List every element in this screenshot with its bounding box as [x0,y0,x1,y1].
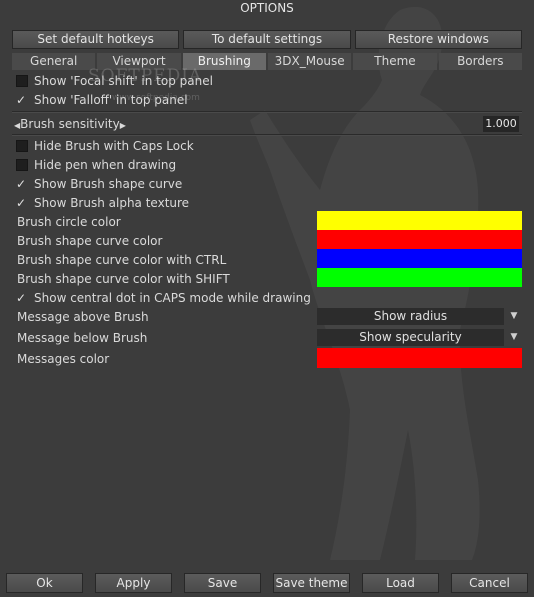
save-theme-button[interactable]: Save theme [273,573,350,593]
central-dot-label: Show central dot in CAPS mode while draw… [34,291,311,305]
to-default-settings-button[interactable]: To default settings [183,30,351,49]
ok-button[interactable]: Ok [6,573,83,593]
message-above-label: Message above Brush [17,310,149,324]
brush-sensitivity-label: Brush sensitivity [20,117,120,131]
dialog-button-row: Ok Apply Save Save theme Load Cancel [6,573,528,593]
show-alpha-texture-checkbox[interactable] [16,194,28,212]
hide-pen-checkbox[interactable] [16,159,28,171]
chevron-down-icon[interactable]: ▼ [509,329,519,346]
divider [12,134,522,136]
shape-curve-color-swatch[interactable] [317,230,522,249]
show-alpha-texture-label: Show Brush alpha texture [34,196,190,210]
show-shape-curve-option[interactable]: Show Brush shape curve [16,175,182,193]
shape-curve-shift-color-label: Brush shape curve color with SHIFT [17,272,230,286]
brush-circle-color-swatch[interactable] [317,211,522,230]
shape-curve-shift-color-swatch[interactable] [317,268,522,287]
falloff-checkbox[interactable] [16,91,28,109]
brush-circle-color-label: Brush circle color [17,215,121,229]
central-dot-option[interactable]: Show central dot in CAPS mode while draw… [16,289,311,307]
chevron-down-icon[interactable]: ▼ [509,308,519,325]
message-above-select[interactable]: Show radius [317,308,504,325]
hotkey-button-row: Set default hotkeys To default settings … [12,30,522,49]
cancel-button[interactable]: Cancel [451,573,528,593]
show-shape-curve-checkbox[interactable] [16,175,28,193]
slider-right-arrow-icon: ▶ [119,121,126,130]
brush-sensitivity-value[interactable]: 1.000 [483,116,519,132]
hide-pen-option[interactable]: Hide pen when drawing [16,156,176,174]
message-below-label: Message below Brush [17,331,148,345]
messages-color-label: Messages color [17,352,110,366]
set-default-hotkeys-button[interactable]: Set default hotkeys [12,30,180,49]
load-button[interactable]: Load [362,573,439,593]
tab-borders[interactable]: Borders [438,53,522,70]
shape-curve-ctrl-color-label: Brush shape curve color with CTRL [17,253,227,267]
focal-shift-checkbox[interactable] [16,75,28,87]
divider [12,111,522,113]
hide-brush-caps-checkbox[interactable] [16,140,28,152]
tab-3dx-mouse[interactable]: 3DX_Mouse [267,53,352,70]
restore-windows-button[interactable]: Restore windows [354,30,522,49]
options-window: OPTIONS Set default hotkeys To default s… [0,0,534,597]
softpedia-watermark-url: www.softpedia.com [112,93,200,103]
brush-sensitivity-slider[interactable]: ◀Brush sensitivity▶ [14,116,126,134]
save-button[interactable]: Save [184,573,261,593]
window-title: OPTIONS [240,1,294,15]
central-dot-checkbox[interactable] [16,289,28,307]
hide-brush-caps-option[interactable]: Hide Brush with Caps Lock [16,137,194,155]
show-shape-curve-label: Show Brush shape curve [34,177,183,191]
hide-brush-caps-label: Hide Brush with Caps Lock [34,139,194,153]
tab-theme[interactable]: Theme [353,53,437,70]
shape-curve-color-label: Brush shape curve color [17,234,163,248]
hide-pen-label: Hide pen when drawing [34,158,177,172]
show-alpha-texture-option[interactable]: Show Brush alpha texture [16,194,189,212]
apply-button[interactable]: Apply [95,573,172,593]
messages-color-swatch[interactable] [317,348,522,368]
softpedia-watermark: SOFTPEDIA [88,66,203,86]
shape-curve-ctrl-color-swatch[interactable] [317,249,522,268]
message-below-select[interactable]: Show specularity [317,329,504,346]
tab-general[interactable]: General [12,53,96,70]
